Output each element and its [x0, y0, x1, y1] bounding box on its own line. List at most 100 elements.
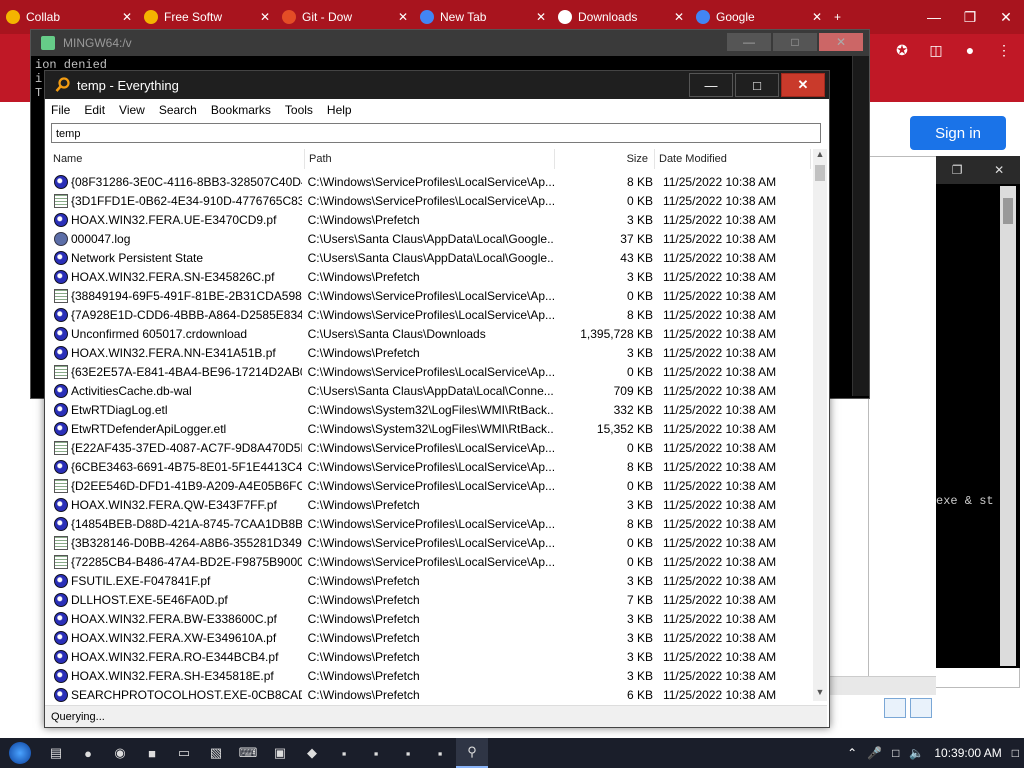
- close-icon[interactable]: ✕: [994, 163, 1004, 177]
- chrome-tab[interactable]: New Tab ✕: [414, 4, 552, 30]
- table-row[interactable]: {72285CB4-B486-47A4-BD2E-F9875B90002... C…: [49, 552, 811, 571]
- notepad-icon[interactable]: ▧: [200, 738, 232, 768]
- tab-close-icon[interactable]: ✕: [804, 10, 822, 24]
- table-row[interactable]: HOAX.WIN32.FERA.RO-E344BCB4.pf C:\Windows…: [49, 647, 811, 666]
- results-scrollbar[interactable]: ▲ ▼: [813, 149, 827, 701]
- table-row[interactable]: EtwRTDiagLog.etl C:\Windows\System32\LogF…: [49, 400, 811, 419]
- column-size[interactable]: Size: [555, 149, 655, 169]
- new-tab-button[interactable]: +: [828, 4, 847, 30]
- tab-close-icon[interactable]: ✕: [666, 10, 684, 24]
- table-row[interactable]: HOAX.WIN32.FERA.NN-E341A51B.pf C:\Windows…: [49, 343, 811, 362]
- keyboard-icon[interactable]: ⌨: [232, 738, 264, 768]
- side-panel-icon[interactable]: ◫: [926, 40, 946, 60]
- column-name[interactable]: Name: [49, 149, 305, 169]
- scrollbar-thumb[interactable]: [815, 165, 825, 181]
- everything-icon[interactable]: ⚲: [456, 738, 488, 768]
- profile-icon[interactable]: ●: [960, 40, 980, 60]
- tab-close-icon[interactable]: ✕: [528, 10, 546, 24]
- show-hidden-icons-icon[interactable]: ⌃: [847, 746, 857, 760]
- table-row[interactable]: HOAX.WIN32.FERA.XW-E349610A.pf C:\Windows…: [49, 628, 811, 647]
- more-menu-icon[interactable]: ⋮: [994, 40, 1014, 60]
- details-view-icon[interactable]: [884, 698, 906, 718]
- table-row[interactable]: {7A928E1D-CDD6-4BBB-A864-D2585E8347... C:…: [49, 305, 811, 324]
- chrome-tab[interactable]: Collab ✕: [0, 4, 138, 30]
- network-icon[interactable]: □: [892, 746, 899, 760]
- terminal-scrollbar[interactable]: [852, 56, 869, 396]
- maximize-icon[interactable]: □: [773, 33, 817, 51]
- menu-search[interactable]: Search: [159, 103, 197, 117]
- start-button[interactable]: [0, 738, 40, 768]
- table-row[interactable]: {38849194-69F5-491F-81BE-2B31CDA5988... C…: [49, 286, 811, 305]
- table-row[interactable]: ActivitiesCache.db-wal C:\Users\Santa Cla…: [49, 381, 811, 400]
- app-icon[interactable]: ▪: [328, 738, 360, 768]
- app-icon[interactable]: ▪: [424, 738, 456, 768]
- table-row[interactable]: DLLHOST.EXE-5E46FA0D.pf C:\Windows\Prefet…: [49, 590, 811, 609]
- table-row[interactable]: {E22AF435-37ED-4087-AC7F-9D8A470D5B... C:…: [49, 438, 811, 457]
- table-row[interactable]: HOAX.WIN32.FERA.SN-E345826C.pf C:\Windows…: [49, 267, 811, 286]
- table-row[interactable]: HOAX.WIN32.FERA.UE-E3470CD9.pf C:\Windows…: [49, 210, 811, 229]
- table-row[interactable]: HOAX.WIN32.FERA.QW-E343F7FF.pf C:\Windows…: [49, 495, 811, 514]
- chrome-tab[interactable]: Free Softw ✕: [138, 4, 276, 30]
- table-row[interactable]: {14854BEB-D88D-421A-8745-7CAA1DB8BE... C:…: [49, 514, 811, 533]
- close-icon[interactable]: ✕: [819, 33, 863, 51]
- app-icon[interactable]: ▪: [392, 738, 424, 768]
- background-scrollbar[interactable]: [1000, 186, 1016, 666]
- table-row[interactable]: {6CBE3463-6691-4B75-8E01-5F1E4413C437...…: [49, 457, 811, 476]
- 7zip-icon[interactable]: ▣: [264, 738, 296, 768]
- menu-file[interactable]: File: [51, 103, 70, 117]
- minimize-button[interactable]: —: [689, 73, 733, 97]
- menu-help[interactable]: Help: [327, 103, 352, 117]
- table-row[interactable]: {08F31286-3E0C-4116-8BB3-328507C40D4... C…: [49, 172, 811, 191]
- menu-view[interactable]: View: [119, 103, 145, 117]
- tab-close-icon[interactable]: ✕: [390, 10, 408, 24]
- table-row[interactable]: {3D1FFD1E-0B62-4E34-910D-4776765C83F... C…: [49, 191, 811, 210]
- thumbnail-view-icon[interactable]: [910, 698, 932, 718]
- close-button[interactable]: ✕: [781, 73, 825, 97]
- table-row[interactable]: EtwRTDefenderApiLogger.etl C:\Windows\Sys…: [49, 419, 811, 438]
- notifications-icon[interactable]: □: [1012, 746, 1019, 760]
- git-icon[interactable]: ◆: [296, 738, 328, 768]
- maximize-button[interactable]: □: [735, 73, 779, 97]
- chrome-icon[interactable]: ●: [72, 738, 104, 768]
- scroll-down-icon[interactable]: ▼: [813, 687, 827, 701]
- background-hscrollbar[interactable]: [830, 676, 936, 695]
- table-row[interactable]: 000047.log C:\Users\Santa Claus\AppData\L…: [49, 229, 811, 248]
- table-row[interactable]: {D2EE546D-DFD1-41B9-A209-A4E05B6FC1... C:…: [49, 476, 811, 495]
- task-view-icon[interactable]: ▤: [40, 738, 72, 768]
- cmd-icon[interactable]: ▭: [168, 738, 200, 768]
- menu-edit[interactable]: Edit: [84, 103, 105, 117]
- file-path: C:\Windows\Prefetch: [307, 573, 420, 588]
- table-row[interactable]: {3B328146-D0BB-4264-A8B6-355281D3497... C…: [49, 533, 811, 552]
- column-path[interactable]: Path: [305, 149, 555, 169]
- table-row[interactable]: Unconfirmed 605017.crdownload C:\Users\Sa…: [49, 324, 811, 343]
- table-row[interactable]: {63E2E57A-E841-4BA4-BE96-17214D2AB00... C…: [49, 362, 811, 381]
- menu-tools[interactable]: Tools: [285, 103, 313, 117]
- minimize-icon[interactable]: —: [916, 0, 952, 34]
- clock[interactable]: 10:39:00 AM: [934, 746, 1001, 760]
- firefox-icon[interactable]: ◉: [104, 738, 136, 768]
- chrome-tab[interactable]: Google ✕: [690, 4, 828, 30]
- restore-icon[interactable]: ❐: [952, 163, 963, 177]
- table-row[interactable]: HOAX.WIN32.FERA.SH-E345818E.pf C:\Windows…: [49, 666, 811, 685]
- table-row[interactable]: Network Persistent State C:\Users\Santa C…: [49, 248, 811, 267]
- file-explorer-icon[interactable]: ■: [136, 738, 168, 768]
- chrome-tab[interactable]: Downloads ✕: [552, 4, 690, 30]
- extensions-icon[interactable]: ✪: [892, 40, 912, 60]
- app-icon[interactable]: ▪: [360, 738, 392, 768]
- table-row[interactable]: SEARCHPROTOCOLHOST.EXE-0CB8CADE.pf C:\Win…: [49, 685, 811, 702]
- table-row[interactable]: HOAX.WIN32.FERA.BW-E338600C.pf C:\Windows…: [49, 609, 811, 628]
- search-input[interactable]: temp: [51, 123, 821, 143]
- microphone-icon[interactable]: 🎤: [867, 746, 882, 760]
- restore-icon[interactable]: ❐: [952, 0, 988, 34]
- tab-close-icon[interactable]: ✕: [114, 10, 132, 24]
- table-row[interactable]: FSUTIL.EXE-F047841F.pf C:\Windows\Prefetc…: [49, 571, 811, 590]
- menu-bookmarks[interactable]: Bookmarks: [211, 103, 271, 117]
- scroll-up-icon[interactable]: ▲: [813, 149, 827, 163]
- volume-icon[interactable]: 🔈: [909, 746, 924, 760]
- minimize-icon[interactable]: —: [727, 33, 771, 51]
- column-date-modified[interactable]: Date Modified: [655, 149, 811, 169]
- tab-close-icon[interactable]: ✕: [252, 10, 270, 24]
- sign-in-button[interactable]: Sign in: [910, 116, 1006, 150]
- close-icon[interactable]: ✕: [988, 0, 1024, 34]
- chrome-tab[interactable]: Git - Dow ✕: [276, 4, 414, 30]
